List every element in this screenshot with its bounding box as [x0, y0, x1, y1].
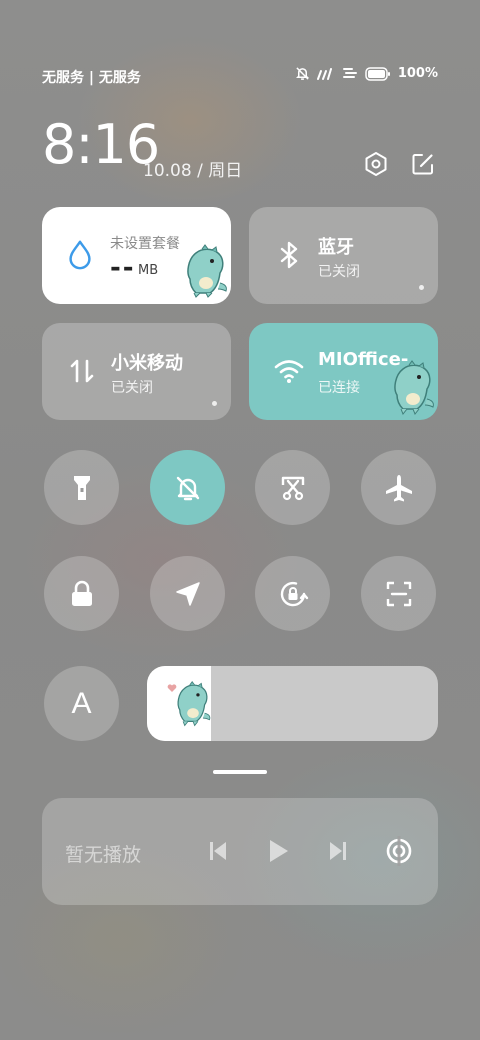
battery-icon: [365, 66, 390, 81]
scan-toggle[interactable]: [361, 556, 436, 631]
edit-icon[interactable]: [409, 150, 437, 178]
wifi-status: 已连接: [318, 380, 360, 396]
settings-icon[interactable]: [362, 150, 390, 178]
lock-screen-toggle[interactable]: [44, 556, 119, 631]
mobile-data-title: 小米移动: [111, 353, 183, 374]
data-usage-unit: MB: [138, 263, 159, 278]
rotation-lock-toggle[interactable]: [255, 556, 330, 631]
airplane-mode-toggle[interactable]: [361, 450, 436, 525]
next-track-button[interactable]: [323, 836, 353, 866]
arrows-updown-icon: [70, 359, 94, 383]
heart-icon: [167, 684, 177, 692]
bluetooth-status: 已关闭: [318, 264, 360, 280]
cast-icon: [386, 836, 412, 866]
status-icons: 100%: [295, 66, 438, 81]
mobile-data-more-dot[interactable]: [212, 401, 217, 406]
dinosaur-sticker: [187, 244, 227, 298]
wifi-icon: [274, 360, 304, 383]
bluetooth-tile[interactable]: 蓝牙 已关闭: [249, 207, 438, 304]
location-toggle[interactable]: [150, 556, 225, 631]
flashlight-toggle[interactable]: [44, 450, 119, 525]
dnd-off-icon: [295, 67, 309, 80]
data-plan-status: 未设置套餐: [110, 236, 180, 252]
location-icon: [175, 581, 200, 606]
airplane-icon: [385, 474, 412, 501]
rotation-lock-icon: [280, 581, 308, 606]
auto-brightness-label: A: [71, 686, 92, 720]
panel-drag-handle[interactable]: [213, 770, 267, 774]
previous-track-button[interactable]: [203, 836, 233, 866]
next-icon: [330, 842, 346, 860]
date-text[interactable]: 10.08 / 周日: [143, 156, 242, 181]
play-icon: [270, 840, 288, 862]
dinosaur-sticker: [177, 680, 211, 727]
bell-off-icon: [176, 476, 199, 500]
bluetooth-icon: [280, 241, 298, 269]
wifi-tile[interactable]: MIOffice- 已连接: [249, 323, 438, 420]
media-status-text: 暂无播放: [65, 844, 142, 866]
scan-icon: [386, 581, 411, 606]
previous-icon: [210, 842, 226, 860]
data-icon: [342, 68, 357, 78]
mobile-data-status: 已关闭: [111, 380, 153, 396]
bluetooth-title: 蓝牙: [318, 237, 354, 258]
data-usage-value: --: [110, 253, 136, 283]
lock-icon: [71, 580, 92, 606]
mobile-data-tile[interactable]: 小米移动 已关闭: [42, 323, 231, 420]
flashlight-icon: [73, 475, 90, 500]
water-drop-icon: [69, 240, 91, 270]
data-usage-tile[interactable]: 未设置套餐 -- MB: [42, 207, 231, 304]
bluetooth-more-dot[interactable]: [419, 285, 424, 290]
cast-button[interactable]: [383, 835, 415, 867]
media-player-card[interactable]: 暂无播放: [42, 798, 438, 905]
brightness-slider[interactable]: [147, 666, 438, 741]
battery-percent: 100%: [397, 66, 438, 81]
screenshot-icon: [281, 476, 304, 500]
dinosaur-sticker: [394, 360, 434, 415]
carrier-text: 无服务 | 无服务: [42, 70, 141, 86]
play-button[interactable]: [263, 836, 293, 866]
screenshot-toggle[interactable]: [255, 450, 330, 525]
auto-brightness-toggle[interactable]: A: [44, 666, 119, 741]
silent-toggle[interactable]: [150, 450, 225, 525]
clock-time[interactable]: 8:16: [42, 118, 160, 172]
signal-icon: [316, 68, 332, 80]
